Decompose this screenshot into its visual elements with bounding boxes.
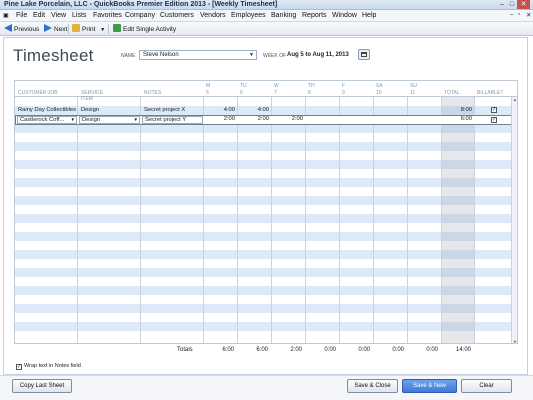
print-label: Print	[82, 26, 96, 33]
previous-button[interactable]: Previous	[4, 24, 39, 34]
total-sun: 0:00	[426, 347, 438, 353]
arrow-left-icon	[4, 24, 12, 32]
next-label: Next	[54, 26, 68, 33]
row1-service[interactable]: Design	[81, 106, 139, 115]
timesheet-panel: Timesheet NAME Steve Nelson ▼ WEEK OF Au…	[3, 37, 528, 375]
name-select[interactable]: Steve Nelson ▼	[139, 50, 257, 60]
row1-mon[interactable]: 4:00	[205, 106, 235, 115]
grid-header: CUSTOMER:JOB SERVICE ITEM NOTES M5 TU 6 W…	[15, 81, 517, 102]
row2-tue[interactable]: 2:00	[239, 115, 269, 124]
menu-customers[interactable]: Customers	[160, 12, 194, 19]
menu-banking[interactable]: Banking	[271, 12, 296, 19]
menu-window[interactable]: Window	[332, 12, 357, 19]
clear-button[interactable]: Clear	[461, 379, 512, 393]
timesheet-grid: CUSTOMER:JOB SERVICE ITEM NOTES M5 TU 6 W…	[14, 80, 518, 344]
wrap-text-checkbox[interactable]: ✓ Wrap text in Notes field	[16, 363, 81, 370]
save-close-button[interactable]: Save & Close	[347, 379, 398, 393]
calendar-icon	[361, 52, 367, 57]
title-bar: Pine Lake Porcelain, LLC - QuickBooks Pr…	[0, 0, 533, 10]
name-value: Steve Nelson	[143, 52, 179, 58]
menu-bar: ▣ File Edit View Lists Favorites Company…	[0, 10, 533, 22]
next-button[interactable]: Next	[44, 24, 67, 34]
previous-label: Previous	[14, 26, 40, 33]
name-label: NAME	[121, 53, 136, 59]
row1-customer[interactable]: Rainy Day Collectibles	[18, 106, 76, 115]
row1-tue[interactable]: 4:00	[239, 106, 269, 115]
row1-billable-checkbox[interactable]: ✓	[491, 107, 497, 113]
active-edit-row[interactable]: Castlerock Coff... ▼ Design ▼ Secret proje…	[15, 115, 513, 125]
total-fri: 0:00	[358, 347, 370, 353]
maximize-icon[interactable]: □	[507, 0, 517, 9]
chevron-down-icon: ▼	[133, 117, 138, 122]
week-of-value: Aug 5 to Aug 11, 2013	[287, 52, 349, 58]
mdi-minimize-icon[interactable]: –	[510, 11, 514, 18]
edit-single-label: Edit Single Activity	[123, 26, 177, 33]
week-of-label: WEEK OF	[263, 53, 287, 59]
copy-last-sheet-button[interactable]: Copy Last Sheet	[12, 379, 72, 393]
row2-notes: Secret project Y	[145, 117, 187, 123]
total-wed: 2:00	[290, 347, 302, 353]
row2-mon[interactable]: 2:00	[205, 115, 235, 124]
row2-billable-checkbox[interactable]: ✓	[491, 117, 497, 123]
grid-scrollbar[interactable]: ▲ ▼	[511, 97, 517, 343]
print-button[interactable]: Print ▼	[72, 24, 105, 34]
total-grand: 14:00	[455, 347, 471, 353]
chevron-down-icon: ▼	[249, 52, 254, 58]
menu-company[interactable]: Company	[125, 12, 155, 19]
page-title: Timesheet	[13, 46, 94, 65]
toolbar: Previous Next Print ▼ Edit Single Activi…	[0, 22, 533, 36]
menu-file[interactable]: File	[16, 12, 27, 19]
printer-icon	[72, 24, 80, 32]
totals-row: Totals 6:00 6:00 2:00 0:00 0:00 0:00 0:0…	[14, 345, 518, 355]
toolbar-separator	[68, 24, 69, 34]
toolbar-separator	[108, 24, 109, 34]
row2-customer: Castlerock Coff...	[20, 117, 65, 123]
total-sat: 0:00	[392, 347, 404, 353]
total-tue: 6:00	[256, 347, 268, 353]
menu-edit[interactable]: Edit	[33, 12, 45, 19]
window-controls: – □ ✕	[497, 0, 530, 9]
calendar-button[interactable]	[358, 49, 370, 60]
row2-service: Design	[82, 117, 101, 123]
totals-label: Totals	[177, 347, 193, 353]
checkbox-checked-icon: ✓	[16, 364, 22, 370]
app-menu-icon[interactable]: ▣	[3, 12, 9, 19]
chevron-down-icon: ▼	[70, 117, 75, 122]
total-mon: 6:00	[222, 347, 234, 353]
total-thu: 0:00	[324, 347, 336, 353]
menu-employees[interactable]: Employees	[231, 12, 266, 19]
arrow-right-icon	[44, 24, 52, 32]
scroll-up-icon[interactable]: ▲	[512, 97, 517, 103]
row2-wed[interactable]: 2:00	[273, 115, 303, 124]
menu-vendors[interactable]: Vendors	[200, 12, 226, 19]
edit-single-activity-button[interactable]: Edit Single Activity	[113, 24, 176, 34]
save-new-button[interactable]: Save & New	[402, 379, 457, 393]
row2-total: 6:00	[460, 116, 472, 122]
mdi-restore-icon[interactable]: ▫	[518, 11, 520, 18]
menu-favorites[interactable]: Favorites	[93, 12, 122, 19]
edit-activity-icon	[113, 24, 121, 32]
row2-customer-select[interactable]: Castlerock Coff... ▼	[17, 116, 77, 124]
row2-notes-field[interactable]: Secret project Y	[142, 116, 203, 124]
menu-reports[interactable]: Reports	[302, 12, 327, 19]
row2-service-select[interactable]: Design ▼	[79, 116, 140, 124]
scroll-down-icon[interactable]: ▼	[512, 339, 517, 343]
wrap-text-label: Wrap text in Notes field	[24, 363, 81, 369]
close-icon[interactable]: ✕	[517, 0, 530, 9]
row1-notes[interactable]: Secret project X	[144, 106, 202, 115]
minimize-icon[interactable]: –	[497, 0, 507, 9]
menu-help[interactable]: Help	[362, 12, 376, 19]
mdi-close-icon[interactable]: ✕	[526, 11, 531, 19]
window-title: Pine Lake Porcelain, LLC - QuickBooks Pr…	[4, 1, 278, 8]
print-dropdown-icon[interactable]: ▼	[100, 27, 105, 33]
menu-lists[interactable]: Lists	[72, 12, 86, 19]
row1-total: 8:00	[460, 107, 472, 113]
menu-view[interactable]: View	[51, 12, 66, 19]
